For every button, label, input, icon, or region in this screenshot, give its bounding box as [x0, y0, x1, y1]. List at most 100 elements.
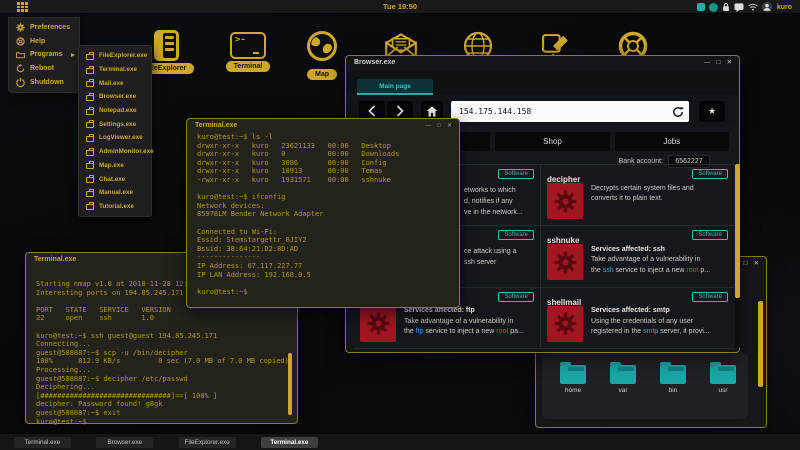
folder-icon — [560, 362, 586, 384]
refresh-icon[interactable] — [672, 105, 684, 123]
software-badge: Software — [498, 291, 534, 302]
app-briefcase-icon — [86, 106, 94, 115]
keyword-ssh: ssh — [602, 266, 614, 274]
terminal-icon: >- — [230, 32, 266, 59]
menu-item-help[interactable]: Help — [9, 35, 79, 49]
window-title: Terminal.exe — [195, 122, 238, 129]
software-description: Decrypts certain system files and convert… — [591, 184, 694, 203]
maximize-button[interactable]: □ — [744, 260, 748, 268]
software-badge: Software — [692, 169, 728, 179]
close-button[interactable]: ✕ — [447, 122, 452, 130]
status-square-icon[interactable] — [696, 3, 705, 11]
software-description: Services affected: ftp Take advantage of … — [404, 307, 524, 336]
maximize-button[interactable]: □ — [437, 122, 441, 130]
submenu-item[interactable]: FileExplorer.exe — [79, 49, 151, 63]
taskbar-item[interactable]: Terminal.exe — [260, 436, 318, 448]
submenu-item[interactable]: LogViewer.exe — [79, 131, 151, 145]
app-briefcase-icon — [86, 65, 94, 74]
app-gear-icon — [547, 244, 583, 281]
keyword-smtp: smtp — [643, 328, 659, 336]
browser-scrollbar[interactable] — [735, 164, 740, 348]
gear-icon — [16, 23, 25, 33]
app-briefcase-icon — [86, 133, 94, 142]
software-title: sshnuke — [547, 236, 580, 246]
keyword-root: root — [496, 328, 509, 336]
software-title: decipher — [547, 175, 581, 184]
chevron-left-icon — [368, 105, 376, 117]
wifi-icon[interactable] — [748, 3, 758, 11]
submenu-item[interactable]: Manual.exe — [79, 186, 151, 200]
folder-item[interactable]: bin — [658, 362, 688, 394]
menu-item-reboot[interactable]: Reboot — [9, 62, 79, 76]
software-description: Services affected: ssh Take advantage of … — [591, 245, 711, 274]
minimize-button[interactable]: — — [425, 122, 431, 130]
folder-label: bin — [668, 387, 678, 394]
submenu-item[interactable]: Settings.exe — [79, 117, 151, 131]
fileexplorer-scrollbar[interactable] — [758, 301, 763, 387]
app-briefcase-icon — [86, 175, 94, 184]
submenu-item[interactable]: Browser.exe — [79, 90, 151, 104]
submenu-item[interactable]: AdminMonitor.exe — [79, 145, 154, 159]
file-grid: home var bin usr — [542, 353, 748, 419]
folder-item[interactable]: var — [608, 362, 638, 394]
software-badge: Software — [692, 230, 728, 241]
address-bar — [451, 100, 689, 123]
username[interactable]: kuro — [777, 4, 792, 11]
chat-icon[interactable] — [734, 2, 744, 12]
app-briefcase-icon — [86, 51, 94, 60]
taskbar-item[interactable]: Terminal.exe — [14, 436, 71, 448]
software-item-decipher[interactable]: decipher Software Decrypts certain system … — [541, 165, 734, 227]
keyword-ftp: ftp — [415, 328, 424, 336]
desktop-icon-label: Map — [307, 69, 337, 80]
avatar[interactable] — [761, 2, 772, 12]
minimize-button[interactable]: — — [704, 59, 711, 67]
terminal-output[interactable]: kuro@test:~$ ls -l drwxr-xr-x kuro 23621… — [197, 133, 399, 296]
site-tab[interactable]: Jobs — [614, 132, 729, 151]
close-button[interactable]: ✕ — [727, 59, 732, 67]
desktop-icon-terminal[interactable]: >- Terminal — [213, 32, 283, 72]
submenu-item[interactable]: Mail.exe — [79, 76, 151, 90]
terminal-window-main[interactable]: Terminal.exe — □ ✕ kuro@test:~$ ls -l dr… — [186, 118, 460, 308]
lock-icon[interactable] — [722, 2, 730, 12]
terminal-scrollbar[interactable] — [288, 353, 292, 415]
chevron-right-icon — [396, 105, 404, 117]
folder-item[interactable]: usr — [708, 362, 738, 394]
submenu-item[interactable]: Tutorial.exe — [79, 200, 151, 214]
software-description-fragment: etworks to which d, notifies if any ve in … — [464, 187, 523, 216]
taskbar-item[interactable]: FileExplorer.exe — [178, 436, 236, 448]
submenu-item[interactable]: Terminal.exe — [79, 63, 151, 77]
software-item-sshnuke[interactable]: sshnuke Software Services affected: ssh Tak… — [541, 226, 734, 288]
app-briefcase-icon — [86, 202, 94, 211]
menu-item-preferences[interactable]: Preferences — [9, 21, 79, 35]
menu-item-programs[interactable]: Programs — [9, 48, 79, 62]
software-badge: Software — [498, 230, 534, 241]
fileexplorer-icon — [153, 30, 179, 61]
software-title: shellmail — [547, 297, 582, 307]
page-tab[interactable]: Main page — [357, 79, 433, 95]
folder-icon — [660, 362, 686, 384]
close-button[interactable]: ✕ — [754, 260, 759, 268]
app-gear-icon — [547, 305, 583, 342]
clock: Tue 19:50 — [382, 2, 418, 11]
taskbar: Terminal.exe Browser.exe FileExplorer.exe T… — [0, 433, 800, 450]
folder-item[interactable]: home — [558, 362, 588, 394]
folder-icon — [16, 51, 25, 59]
submenu-item[interactable]: Notepad.exe — [79, 104, 151, 118]
taskbar-item[interactable]: Browser.exe — [96, 436, 154, 448]
maximize-button[interactable]: □ — [717, 59, 721, 67]
window-title: Browser.exe — [354, 59, 396, 66]
submenu-item[interactable]: Map.exe — [79, 159, 151, 173]
software-description: Services affected: smtp Using the credent… — [591, 307, 710, 336]
submenu-item[interactable]: Chat.exe — [79, 172, 151, 186]
menu-item-shutdown[interactable]: Shutdown — [9, 75, 79, 89]
folder-icon — [610, 362, 636, 384]
browser-scrollbar-thumb[interactable] — [735, 164, 740, 298]
bookmark-button[interactable]: ★ — [699, 100, 725, 122]
app-briefcase-icon — [86, 79, 94, 88]
software-item-shellmail[interactable]: shellmail Software Services affected: smtp… — [541, 288, 734, 349]
site-tab[interactable]: Shop — [495, 132, 610, 151]
status-circle-icon[interactable] — [708, 2, 718, 12]
address-input[interactable] — [451, 100, 689, 122]
programs-submenu: FileExplorer.exe Terminal.exe Mail.exe B… — [78, 45, 154, 218]
store-column-right: decipher Software Decrypts certain system … — [541, 165, 734, 349]
